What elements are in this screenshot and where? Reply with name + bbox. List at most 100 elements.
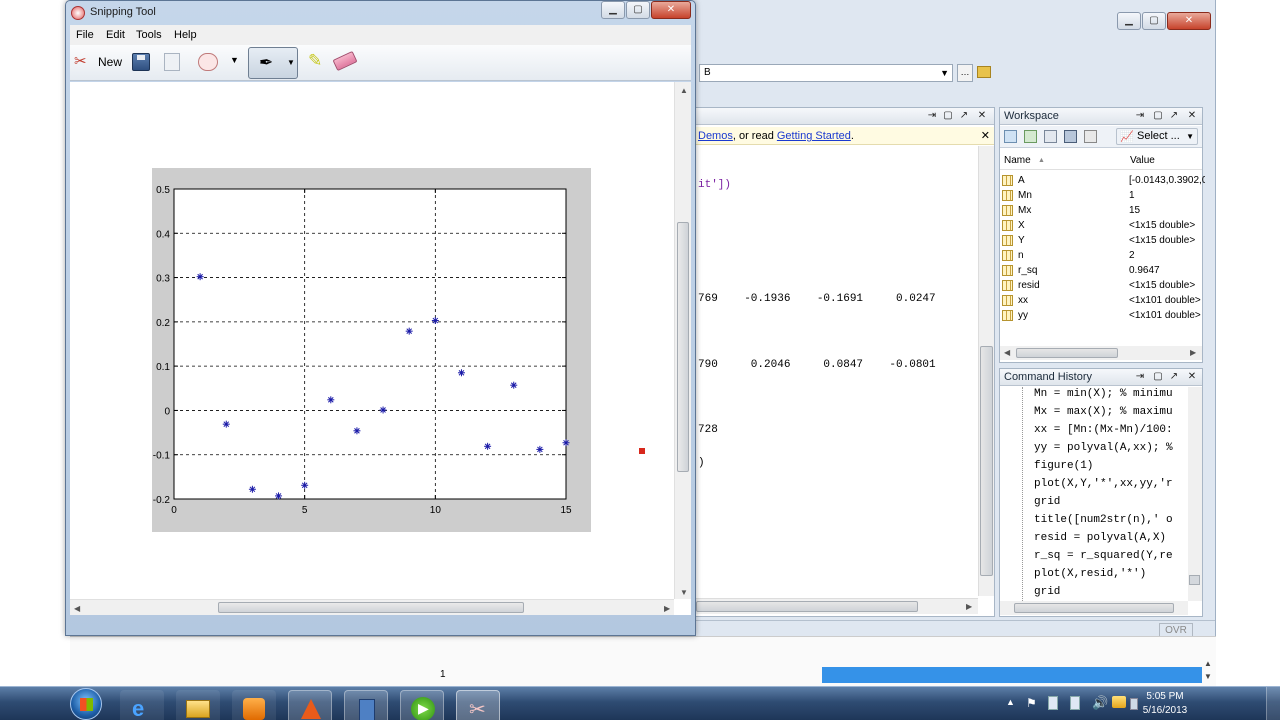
table-row[interactable]: A [-0.0143,0.3902,0 <box>1000 173 1205 188</box>
scroll-down-icon[interactable]: ▼ <box>680 588 688 597</box>
history-item[interactable]: Mx = max(X); % maximu <box>1034 403 1173 421</box>
table-row[interactable]: Mx 15 <box>1000 203 1204 218</box>
flag-icon[interactable]: ⚑ <box>1026 696 1037 710</box>
tray-expand-icon[interactable]: ▲ <box>1006 697 1015 707</box>
table-row[interactable]: Mn 1 <box>1000 188 1204 203</box>
history-item[interactable]: xx = [Mn:(Mx-Mn)/100: <box>1034 421 1173 439</box>
background-scroll-arrows[interactable]: ▲ ▼ <box>1204 657 1216 685</box>
menu-help[interactable]: Help <box>174 25 197 45</box>
col-value-header[interactable]: Value <box>1130 152 1155 170</box>
start-button[interactable] <box>70 688 102 720</box>
panel-maximize-icon[interactable]: ▢ <box>942 110 954 122</box>
snipping-taskbar-icon[interactable]: ✂ <box>456 690 500 720</box>
ws-close-icon[interactable]: ✕ <box>1186 110 1198 122</box>
chevron-down-icon[interactable]: ▼ <box>940 65 949 81</box>
battery-icon[interactable] <box>1130 698 1138 710</box>
history-item[interactable]: title([num2str(n),' o <box>1034 511 1173 529</box>
panel-undock-arrow-icon[interactable]: ↗ <box>958 110 970 122</box>
history-vscrollbar[interactable] <box>1188 387 1202 601</box>
current-folder-dropdown[interactable]: B ▼ <box>699 64 953 82</box>
matlab-maximize-button[interactable]: ▢ <box>1142 12 1166 30</box>
col-name-header[interactable]: Name <box>1004 152 1031 170</box>
ws-undock-icon[interactable]: ⇥ <box>1134 110 1146 122</box>
undock-icon[interactable]: ⇥ <box>926 110 938 122</box>
play-taskbar-icon[interactable]: ▶ <box>400 690 444 720</box>
save-workspace-icon[interactable] <box>1064 130 1077 143</box>
send-snip-icon[interactable] <box>198 53 218 71</box>
history-hscrollbar[interactable] <box>1000 601 1188 615</box>
network2-icon[interactable] <box>1070 696 1080 710</box>
matlab-close-button[interactable]: ✕ <box>1167 12 1211 30</box>
panel-close-icon[interactable]: ✕ <box>976 110 988 122</box>
history-item[interactable]: r_sq = r_squared(Y,re <box>1034 547 1173 565</box>
ws-arrow-icon[interactable]: ↗ <box>1168 110 1180 122</box>
ie-icon[interactable]: e <box>120 690 164 720</box>
history-item[interactable]: Mn = min(X); % minimu <box>1034 385 1173 403</box>
canvas-vscrollbar[interactable]: ▲ ▼ <box>674 82 691 599</box>
highlighter-icon[interactable]: ✎ <box>308 51 322 71</box>
table-row[interactable]: yy <1x101 double> <box>1000 308 1204 323</box>
demos-link[interactable]: Demos <box>698 130 733 142</box>
table-row[interactable]: r_sq 0.9647 <box>1000 263 1204 278</box>
command-window[interactable]: ⇥ ▢ ↗ ✕ Demos, or read Getting Started. … <box>691 107 995 617</box>
ch-arrow-icon[interactable]: ↗ <box>1168 371 1180 383</box>
scroll-up-icon[interactable]: ▲ <box>680 86 688 95</box>
table-row[interactable]: resid <1x15 double> <box>1000 278 1204 293</box>
snip-canvas[interactable]: 0.5 0.4 0.3 0.2 0.1 0 -0.1 -0.2 0 5 10 15 ▲ ▼ ◀ ▶ <box>70 82 691 615</box>
app-taskbar-icon[interactable] <box>344 690 388 720</box>
scroll-right-icon[interactable]: ▶ <box>966 602 972 611</box>
matlab-minimize-button[interactable]: ▁ <box>1117 12 1141 30</box>
new-snip-button[interactable]: ✂ New <box>72 51 124 73</box>
history-item[interactable]: resid = polyval(A,X) <box>1034 529 1166 547</box>
command-window-hscroll-thumb[interactable] <box>696 601 918 612</box>
media-player-icon[interactable] <box>232 690 276 720</box>
scroll-right-icon[interactable]: ▶ <box>1190 348 1196 357</box>
canvas-hscrollbar[interactable]: ◀ ▶ <box>70 599 674 615</box>
table-row[interactable]: xx <1x101 double> <box>1000 293 1204 308</box>
history-item[interactable]: figure(1) <box>1034 457 1093 475</box>
table-row[interactable]: n2 <box>1000 248 1204 263</box>
canvas-vscroll-thumb[interactable] <box>677 222 689 472</box>
history-item[interactable]: grid <box>1034 583 1060 601</box>
menu-file[interactable]: File <box>76 25 94 45</box>
pen-tool-button[interactable]: ✒ ▼ <box>248 47 298 79</box>
scroll-left-icon[interactable]: ◀ <box>74 604 80 613</box>
ws-maximize-icon[interactable]: ▢ <box>1152 110 1164 122</box>
history-hscroll-thumb[interactable] <box>1014 603 1174 613</box>
canvas-hscroll-thumb[interactable] <box>218 602 524 613</box>
help-bar-close-icon[interactable]: ✕ <box>981 127 990 145</box>
command-window-hscrollbar[interactable]: ▶ <box>692 598 978 614</box>
open-variable-icon[interactable] <box>1024 130 1037 143</box>
select-plot-button[interactable]: 📈 Select ... ▼ <box>1116 128 1198 145</box>
scroll-right-icon[interactable]: ▶ <box>664 604 670 613</box>
history-item[interactable]: yy = polyval(A,xx); % <box>1034 439 1173 457</box>
ch-maximize-icon[interactable]: ▢ <box>1152 371 1164 383</box>
print-icon[interactable] <box>1084 130 1097 143</box>
network-icon[interactable] <box>1048 696 1058 710</box>
import-data-icon[interactable] <box>1044 130 1057 143</box>
ch-undock-icon[interactable]: ⇥ <box>1134 371 1146 383</box>
menu-tools[interactable]: Tools <box>136 25 162 45</box>
volume-icon[interactable]: 🔊 <box>1092 695 1108 711</box>
history-item[interactable]: plot(X,Y,'*',xx,yy,'r <box>1034 475 1173 493</box>
workspace-hscrollbar[interactable]: ◀ ▶ <box>1000 346 1202 360</box>
maximize-button[interactable]: ▢ <box>626 1 650 19</box>
scroll-left-icon[interactable]: ◀ <box>1004 348 1010 357</box>
eraser-icon[interactable] <box>332 50 358 72</box>
browse-folder-button[interactable]: … <box>957 64 973 82</box>
pen-dropdown-chevron-icon[interactable]: ▼ <box>287 58 295 67</box>
command-window-vscroll-thumb[interactable] <box>980 346 993 576</box>
folder-up-icon[interactable] <box>977 66 991 78</box>
ch-close-icon[interactable]: ✕ <box>1186 371 1198 383</box>
copy-icon[interactable] <box>164 53 180 71</box>
show-desktop-button[interactable] <box>1266 687 1280 720</box>
chevron-down-icon[interactable]: ▼ <box>230 55 239 65</box>
table-row[interactable]: X <1x15 double> <box>1000 218 1204 233</box>
matlab-taskbar-icon[interactable] <box>288 690 332 720</box>
onedrive-icon[interactable] <box>1112 696 1126 708</box>
command-window-vscrollbar[interactable] <box>978 146 994 596</box>
getting-started-link[interactable]: Getting Started <box>777 130 851 142</box>
history-item[interactable]: plot(X,resid,'*') <box>1034 565 1146 583</box>
new-variable-icon[interactable] <box>1004 130 1017 143</box>
close-button[interactable]: ✕ <box>651 1 691 19</box>
